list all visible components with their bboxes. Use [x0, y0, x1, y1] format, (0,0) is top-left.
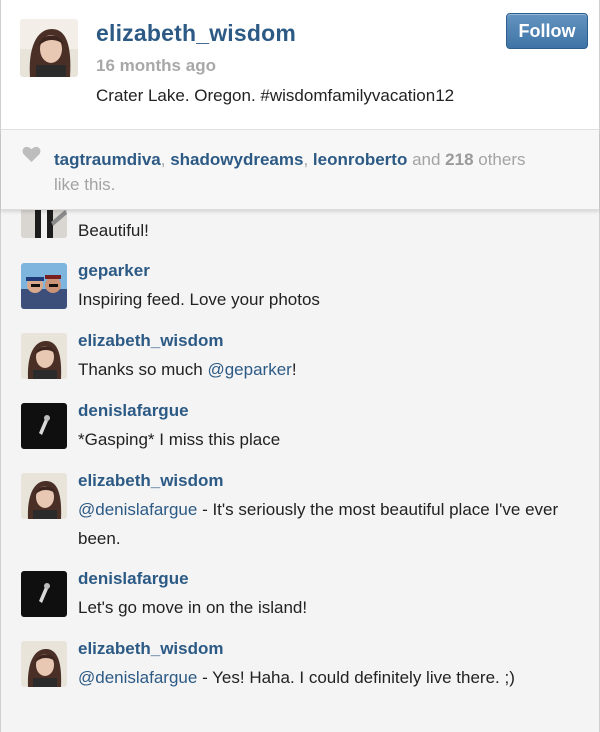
comment-text: @denislafargue - Yes! Haha. I could defi…	[78, 668, 515, 687]
commenter-username[interactable]: elizabeth_wisdom	[78, 471, 223, 491]
comments-list: Beautiful! geparker Inspiring feed. Love…	[1, 210, 599, 732]
likes-summary: tagtraumdiva, shadowydreams, leonroberto…	[54, 150, 526, 194]
post-header: elizabeth_wisdom 16 months ago Crater La…	[1, 0, 599, 130]
follow-button[interactable]: Follow	[506, 13, 588, 49]
post-timestamp: 16 months ago	[96, 56, 216, 75]
owner-avatar[interactable]	[20, 19, 78, 77]
mention-link[interactable]: @geparker	[207, 360, 291, 379]
liker-username[interactable]: shadowydreams	[170, 150, 303, 169]
owner-username[interactable]: elizabeth_wisdom	[96, 20, 296, 47]
commenter-avatar[interactable]	[21, 263, 67, 309]
post-caption: Crater Lake. Oregon. #wisdomfamilyvacati…	[96, 86, 455, 105]
comment-text: Thanks so much @geparker!	[78, 360, 297, 379]
comment-text: *Gasping* I miss this place	[78, 430, 281, 449]
commenter-avatar[interactable]	[21, 571, 67, 617]
photo-comments-panel: elizabeth_wisdom 16 months ago Crater La…	[0, 0, 600, 732]
commenter-avatar[interactable]	[21, 473, 67, 519]
commenter-username[interactable]: denislafargue	[78, 569, 189, 589]
likes-count[interactable]: 218	[445, 150, 473, 169]
commenter-avatar[interactable]	[21, 210, 67, 238]
commenter-avatar[interactable]	[21, 641, 67, 687]
comment-text: Inspiring feed. Love your photos	[78, 290, 320, 309]
commenter-username[interactable]: elizabeth_wisdom	[78, 639, 223, 659]
mention-link[interactable]: @denislafargue	[78, 500, 197, 519]
liker-username[interactable]: tagtraumdiva	[54, 150, 161, 169]
comment-text: Let's go move in on the island!	[78, 598, 308, 617]
mention-link[interactable]: @denislafargue	[78, 668, 197, 687]
heart-icon[interactable]	[22, 146, 41, 163]
commenter-avatar[interactable]	[21, 333, 67, 379]
commenter-username[interactable]: geparker	[78, 261, 150, 281]
comment-text: Beautiful!	[78, 221, 149, 240]
commenter-avatar[interactable]	[21, 403, 67, 449]
commenter-username[interactable]: denislafargue	[78, 401, 189, 421]
comment-text: @denislafargue - It's seriously the most…	[78, 500, 559, 548]
liker-username[interactable]: leonroberto	[313, 150, 407, 169]
commenter-username[interactable]: elizabeth_wisdom	[78, 331, 223, 351]
